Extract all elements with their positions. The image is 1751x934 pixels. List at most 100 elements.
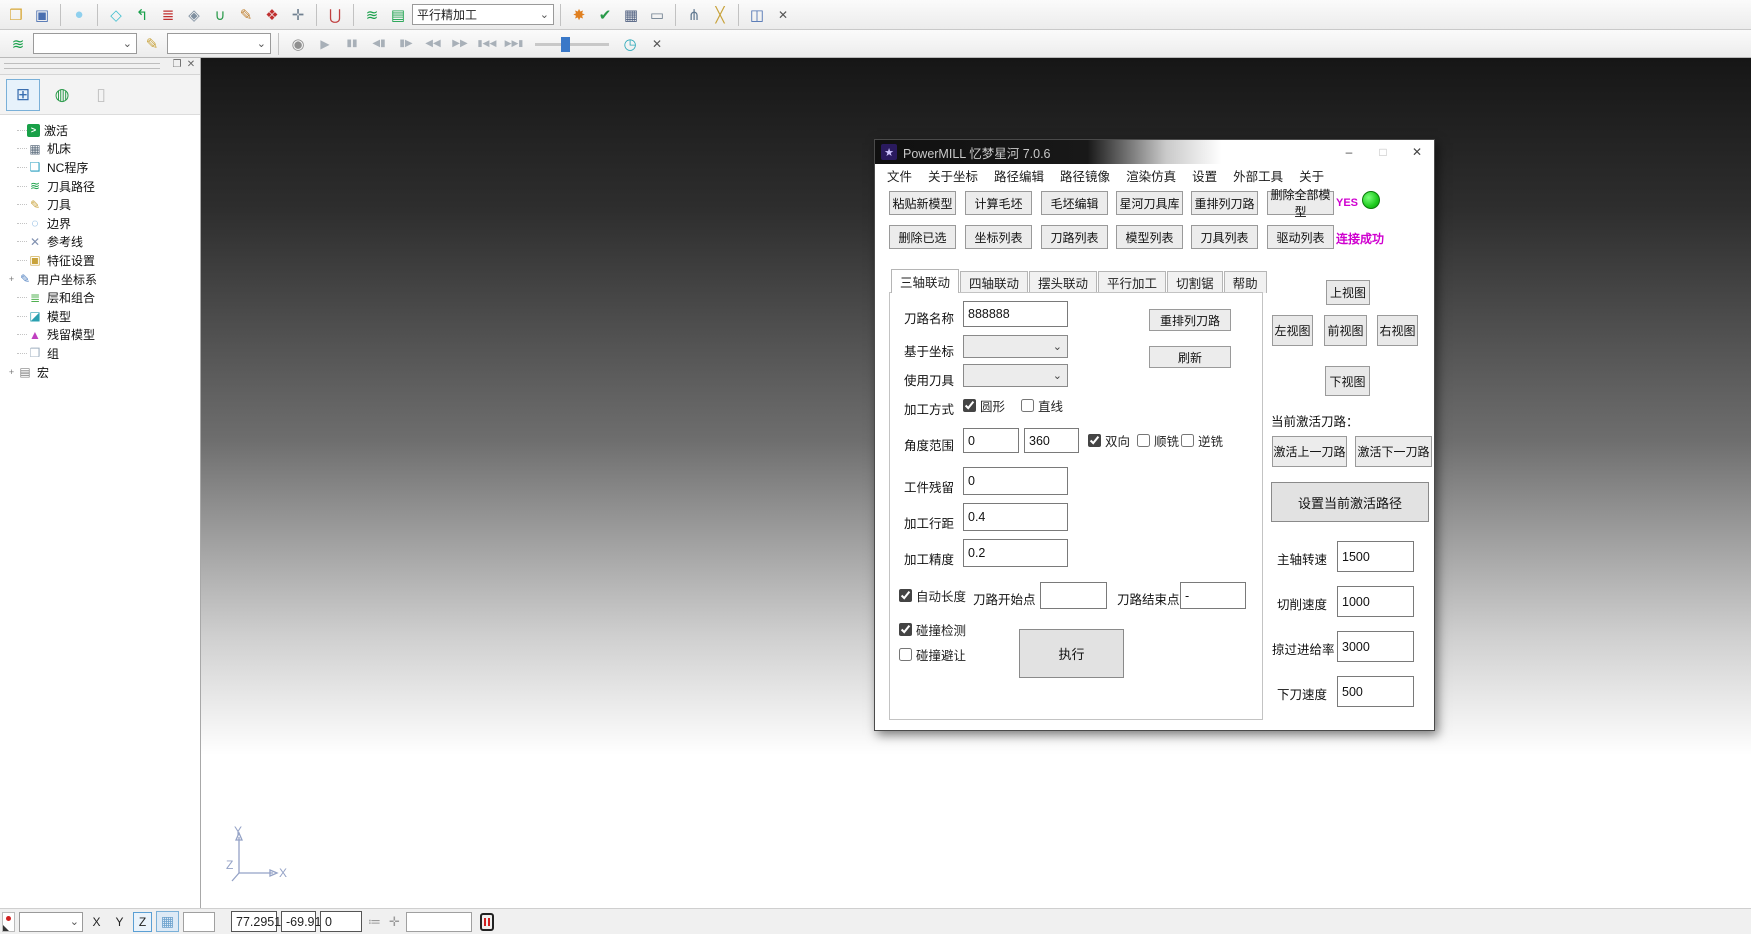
shaded-view-icon[interactable]: ● bbox=[67, 3, 91, 27]
fast-forward-icon[interactable]: ▶▶ bbox=[448, 32, 472, 56]
clock-icon[interactable]: ◷ bbox=[618, 32, 642, 56]
based-coord-select[interactable]: ⌄ bbox=[963, 335, 1068, 358]
refresh-button[interactable]: 刷新 bbox=[1149, 346, 1231, 368]
view-bottom-button[interactable]: 下视图 bbox=[1325, 366, 1370, 396]
angle-start-input[interactable] bbox=[963, 428, 1019, 453]
sim-speed-slider[interactable] bbox=[535, 35, 609, 53]
model-list-button[interactable]: 模型列表 bbox=[1116, 225, 1183, 249]
view-top-button[interactable]: 上视图 bbox=[1326, 280, 1370, 305]
tab-saw[interactable]: 切割锯 bbox=[1167, 271, 1223, 293]
bidirectional-checkbox[interactable]: 双向 bbox=[1088, 431, 1130, 450]
nc-program-icon[interactable]: ◫ bbox=[745, 3, 769, 27]
tree-item-groups[interactable]: ❒ 组 bbox=[6, 344, 200, 363]
prev-toolpath-button[interactable]: 激活上一刀路 bbox=[1272, 436, 1347, 467]
sim-toolpath-combo[interactable]: ⌄ bbox=[33, 33, 137, 54]
boundary-icon[interactable]: ∪ bbox=[208, 3, 232, 27]
toolbar-close-icon[interactable]: ✕ bbox=[771, 3, 795, 27]
paste-model-button[interactable]: 粘贴新模型 bbox=[889, 191, 956, 215]
toolpath-spring-icon[interactable]: ≋ bbox=[360, 3, 384, 27]
circular-checkbox[interactable]: 圆形 bbox=[963, 396, 1005, 415]
zlevel-icon[interactable]: ≣ bbox=[156, 3, 180, 27]
swap-arrows-icon[interactable]: ╳ bbox=[708, 3, 732, 27]
toolpath-list-icon[interactable]: ▤ bbox=[386, 3, 410, 27]
float-panel-icon[interactable]: ❐ bbox=[170, 59, 184, 70]
start-point-input[interactable] bbox=[1040, 582, 1107, 609]
tab-help[interactable]: 帮助 bbox=[1224, 271, 1267, 293]
tool-library-button[interactable]: 星河刀具库 bbox=[1116, 191, 1183, 215]
tree-item-machine[interactable]: ▦ 机床 bbox=[6, 140, 200, 159]
open-file-icon[interactable]: ❒ bbox=[4, 3, 28, 27]
collision-check-icon[interactable]: ✸ bbox=[567, 3, 591, 27]
play-icon[interactable]: ▶ bbox=[313, 32, 337, 56]
use-tool-select[interactable]: ⌄ bbox=[963, 364, 1068, 387]
toolpath-name-input[interactable] bbox=[963, 301, 1068, 327]
tree-item-workplanes[interactable]: + ✎ 用户坐标系 bbox=[6, 270, 200, 289]
view-front-button[interactable]: 前视图 bbox=[1324, 315, 1367, 346]
toolpath-spring-icon[interactable]: ≋ bbox=[6, 32, 30, 56]
menu-about[interactable]: 关于 bbox=[1291, 164, 1332, 187]
next-toolpath-button[interactable]: 激活下一刀路 bbox=[1355, 436, 1432, 467]
spindle-speed-input[interactable] bbox=[1337, 541, 1414, 572]
tree-view-button[interactable]: ⊞ bbox=[6, 79, 40, 111]
status-field-empty-2[interactable] bbox=[406, 912, 472, 932]
panel-grip[interactable]: ❐ ✕ bbox=[0, 58, 200, 75]
tree-item-tools[interactable]: ✎ 刀具 bbox=[6, 195, 200, 214]
tree-item-macros[interactable]: + ▤ 宏 bbox=[6, 363, 200, 382]
tab-parallel[interactable]: 平行加工 bbox=[1098, 271, 1166, 293]
plunge-feed-input[interactable] bbox=[1337, 676, 1414, 707]
device-pause-icon[interactable] bbox=[480, 913, 494, 931]
status-combo[interactable]: ⌄ bbox=[19, 912, 83, 932]
grid-toggle-button[interactable]: ▦ bbox=[156, 911, 179, 932]
active-strategy-combo[interactable]: 平行精加工 ⌄ bbox=[412, 4, 554, 25]
tab-3axis[interactable]: 三轴联动 bbox=[891, 269, 959, 293]
tolerance-input[interactable] bbox=[963, 539, 1068, 567]
pause-icon[interactable]: ▮▮ bbox=[340, 32, 364, 56]
stock-allowance-input[interactable] bbox=[963, 467, 1068, 495]
tool-holder-icon[interactable]: ⋃ bbox=[323, 3, 347, 27]
delete-selected-button[interactable]: 删除已选 bbox=[889, 225, 956, 249]
rearrange-button[interactable]: 重排列刀路 bbox=[1149, 309, 1231, 331]
collision-check-checkbox[interactable]: 碰撞检测 bbox=[899, 620, 966, 639]
menu-path-edit[interactable]: 路径编辑 bbox=[986, 164, 1052, 187]
menu-settings[interactable]: 设置 bbox=[1184, 164, 1225, 187]
points-icon[interactable]: ❖ bbox=[260, 3, 284, 27]
end-point-input[interactable] bbox=[1180, 582, 1246, 609]
linear-checkbox[interactable]: 直线 bbox=[1021, 396, 1063, 415]
tree-item-models[interactable]: ◪ 模型 bbox=[6, 307, 200, 326]
verify-icon[interactable]: ✔ bbox=[593, 3, 617, 27]
go-to-end-icon[interactable]: ▶▶▮ bbox=[502, 32, 526, 56]
toolbar-close-icon[interactable]: ✕ bbox=[645, 32, 669, 56]
dialog-titlebar[interactable]: ★ PowerMILL 忆梦星河 7.0.6 – □ ✕ bbox=[875, 140, 1434, 164]
globe-view-button[interactable]: ◍ bbox=[45, 79, 79, 111]
circular-checkbox-input[interactable] bbox=[963, 399, 976, 412]
tab-head-tilt[interactable]: 摆头联动 bbox=[1029, 271, 1097, 293]
linear-checkbox-input[interactable] bbox=[1021, 399, 1034, 412]
save-icon[interactable]: ▣ bbox=[30, 3, 54, 27]
sim-tool-combo[interactable]: ⌄ bbox=[167, 33, 271, 54]
collision-avoid-checkbox-input[interactable] bbox=[899, 648, 912, 661]
bulb-icon[interactable]: ◉ bbox=[286, 32, 310, 56]
menu-coords[interactable]: 关于坐标 bbox=[920, 164, 986, 187]
tool-pair-icon[interactable]: ⋔ bbox=[682, 3, 706, 27]
slider-handle[interactable] bbox=[561, 37, 570, 52]
close-button[interactable]: ✕ bbox=[1400, 140, 1434, 164]
auto-length-checkbox-input[interactable] bbox=[899, 589, 912, 602]
menu-external-tools[interactable]: 外部工具 bbox=[1225, 164, 1291, 187]
toolpath-strategy-icon[interactable]: ↰ bbox=[130, 3, 154, 27]
axis-z-button[interactable]: Z bbox=[133, 912, 152, 932]
tree-item-feature-sets[interactable]: ▣ 特征设置 bbox=[6, 251, 200, 270]
conventional-checkbox-input[interactable] bbox=[1181, 434, 1194, 447]
conventional-checkbox[interactable]: 逆铣 bbox=[1181, 431, 1223, 450]
calc-block-button[interactable]: 计算毛坯 bbox=[965, 191, 1032, 215]
minimize-button[interactable]: – bbox=[1332, 140, 1366, 164]
ruler-icon[interactable]: ▭ bbox=[645, 3, 669, 27]
stepover-input[interactable] bbox=[963, 503, 1068, 531]
cutting-feed-input[interactable] bbox=[1337, 586, 1414, 617]
auto-length-checkbox[interactable]: 自动长度 bbox=[899, 586, 966, 605]
tree-item-boundaries[interactable]: ◌ 边界 bbox=[6, 214, 200, 233]
step-back-icon[interactable]: ◀▮ bbox=[367, 32, 391, 56]
toolpath-list-button[interactable]: 刀路列表 bbox=[1041, 225, 1108, 249]
tree-item-levels-sets[interactable]: ≣ 层和组合 bbox=[6, 288, 200, 307]
collision-avoid-checkbox[interactable]: 碰撞避让 bbox=[899, 645, 966, 664]
delete-all-models-button[interactable]: 删除全部模型 bbox=[1267, 191, 1334, 215]
